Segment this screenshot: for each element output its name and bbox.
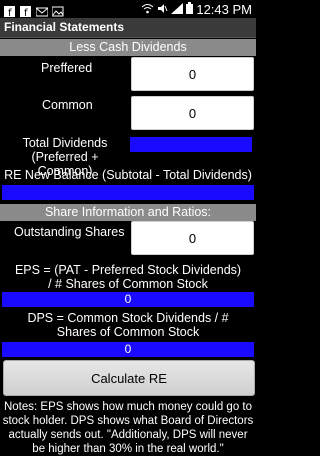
- re-new-balance-label: RE New Balance (Subtotal - Total Dividen…: [4, 168, 252, 182]
- dps-formula-label: DPS = Common Stock Dividends / # Shares …: [27, 311, 229, 339]
- image-icon: [51, 4, 64, 16]
- outstanding-shares-input[interactable]: 0: [131, 221, 254, 255]
- mail-icon: [35, 4, 49, 16]
- battery-icon: [186, 1, 194, 17]
- notes-text: Notes: EPS shows how much money could go…: [2, 401, 254, 455]
- eps-value: 0: [2, 292, 254, 307]
- signal-icon: [171, 2, 184, 17]
- outstanding-shares-label: Outstanding Shares: [14, 225, 125, 239]
- facebook-icon: f: [4, 4, 16, 19]
- calculate-re-button[interactable]: Calculate RE: [3, 360, 255, 396]
- preferred-label: Preffered: [41, 61, 93, 75]
- status-bar: f f 12:43 PM: [0, 0, 256, 19]
- clock: 12:43 PM: [196, 1, 252, 17]
- notification-icons: f f: [0, 4, 64, 19]
- common-input[interactable]: 0: [131, 96, 254, 130]
- app-title: Financial Statements: [4, 20, 125, 34]
- re-new-balance-value: [2, 185, 254, 200]
- eps-formula-label: EPS = (PAT - Preferred Stock Dividends) …: [14, 263, 242, 291]
- total-dividends-value: [130, 137, 252, 152]
- section-header-dividends: Less Cash Dividends: [0, 39, 256, 56]
- svg-text:f: f: [8, 8, 12, 17]
- common-label: Common: [42, 98, 93, 112]
- section-header-shares: Share Information and Ratios:: [0, 204, 256, 221]
- app-title-bar: Financial Statements: [0, 18, 256, 38]
- facebook-icon: f: [20, 4, 32, 19]
- dps-value: 0: [2, 342, 254, 357]
- mute-icon: [157, 2, 168, 17]
- preferred-input[interactable]: 0: [131, 57, 254, 91]
- wifi-icon: [141, 2, 154, 17]
- svg-text:f: f: [24, 8, 28, 17]
